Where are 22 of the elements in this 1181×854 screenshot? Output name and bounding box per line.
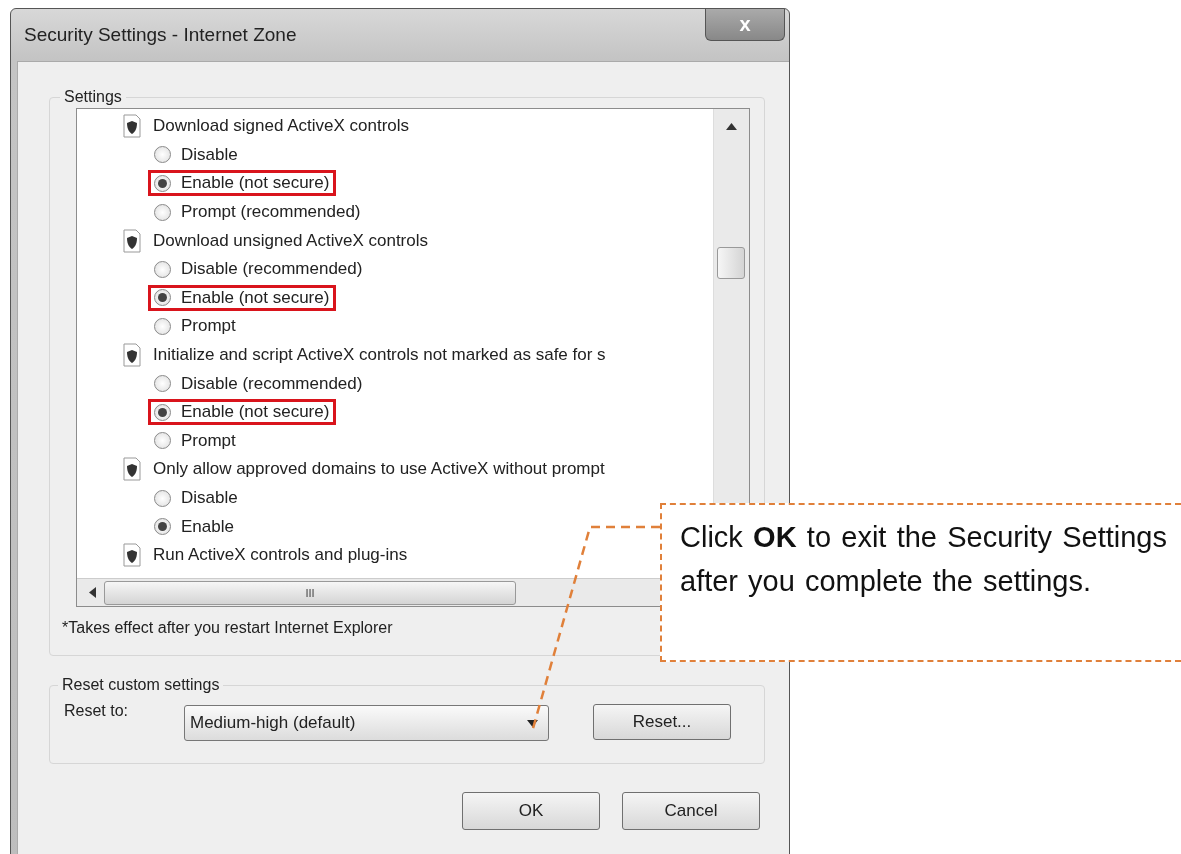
reset-label: Reset to:	[64, 702, 130, 720]
option-label: Prompt	[181, 316, 236, 337]
setting-label: Initialize and script ActiveX controls not marked as safe for s	[153, 345, 606, 366]
group-title: Reset custom settings	[61, 676, 221, 694]
option-label: Disable (recommended)	[181, 373, 363, 394]
option-label: Disable	[181, 488, 238, 508]
option-label: Enable	[181, 516, 234, 537]
footnote: *Takes effect after you restart Internet Explorer	[62, 619, 394, 638]
setting-label: Only allow approved domains to use ActiveX without prompt	[153, 459, 605, 480]
option-label: Prompt (recommended)	[181, 202, 361, 223]
callout-tooltip: Click OK to exit the Security Settings after you complete the settings.	[660, 503, 1181, 662]
option-label: Enable (not secure)	[181, 287, 330, 308]
window-title: Security Settings - Internet Zone	[24, 24, 297, 46]
setting-label: Download signed ActiveX controls	[153, 116, 410, 137]
setting-label: Run ActiveX controls and plug-ins	[153, 545, 408, 566]
group-title: Settings	[63, 88, 123, 106]
setting-label: Download unsigned ActiveX controls	[153, 230, 428, 251]
option-label: Disable (recommended)	[181, 259, 363, 280]
option-label: Enable (not secure)	[181, 173, 330, 194]
option-label: Disable	[181, 144, 238, 165]
option-label: Enable (not secure)	[181, 402, 330, 423]
option-label: Prompt	[181, 430, 236, 451]
